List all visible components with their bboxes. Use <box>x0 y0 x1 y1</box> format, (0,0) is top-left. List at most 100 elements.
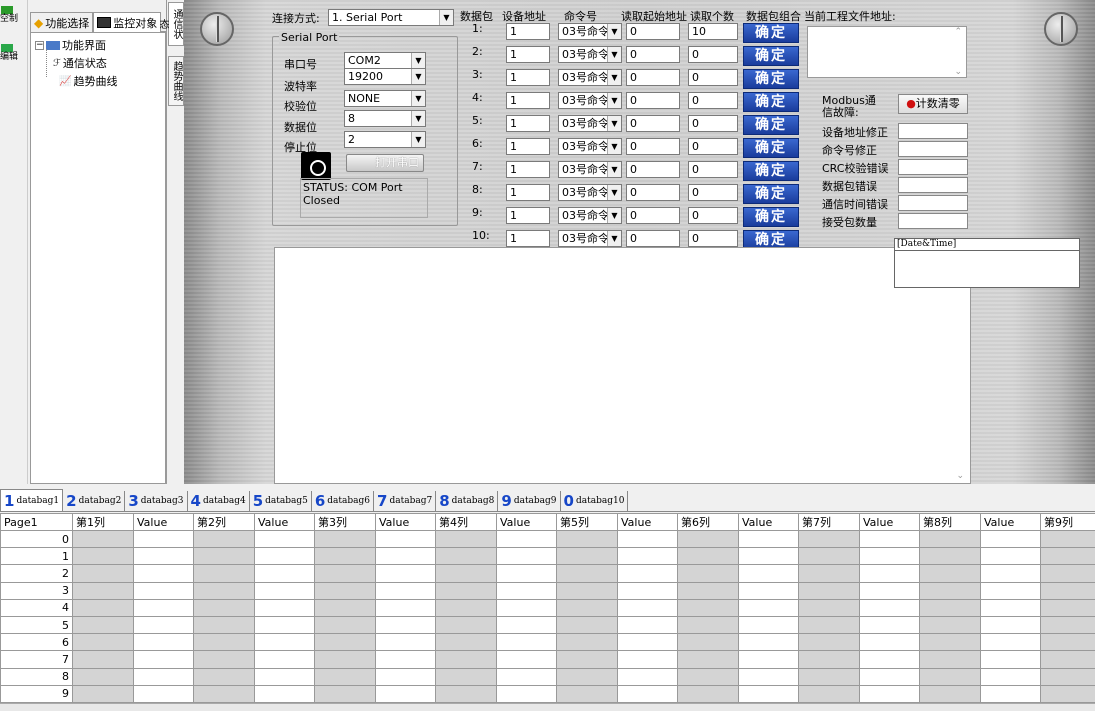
command-select[interactable]: 03号命令 ▼ <box>558 207 622 224</box>
table-cell[interactable] <box>859 581 920 600</box>
table-cell[interactable] <box>556 650 618 669</box>
table-cell[interactable] <box>375 667 436 686</box>
table-cell[interactable] <box>133 684 194 704</box>
table-cell[interactable] <box>1040 650 1095 669</box>
command-select[interactable]: 03号命令 ▼ <box>558 92 622 109</box>
tab-databag[interactable]: 4 databag4 <box>188 491 250 511</box>
table-cell[interactable] <box>556 529 618 549</box>
table-cell[interactable] <box>72 615 134 635</box>
table-cell[interactable] <box>919 581 981 600</box>
table-cell[interactable] <box>193 529 255 549</box>
table-cell[interactable] <box>72 564 134 583</box>
table-cell[interactable] <box>919 529 981 549</box>
table-cell[interactable] <box>798 598 860 617</box>
table-cell[interactable] <box>617 633 678 652</box>
column-header[interactable]: 第3列 <box>314 513 376 531</box>
table-cell[interactable] <box>254 650 315 669</box>
table-cell[interactable] <box>375 650 436 669</box>
read-count-input[interactable]: 10 <box>688 23 738 40</box>
scroll-down-icon[interactable]: ⌄ <box>956 471 964 481</box>
table-cell[interactable] <box>859 615 920 635</box>
table-cell[interactable] <box>980 650 1041 669</box>
column-header[interactable]: 第2列 <box>193 513 255 531</box>
table-cell[interactable] <box>72 684 134 704</box>
read-count-input[interactable]: 0 <box>688 207 738 224</box>
table-cell[interactable] <box>314 529 376 549</box>
command-select[interactable]: 03号命令 ▼ <box>558 161 622 178</box>
column-header[interactable]: 第7列 <box>798 513 860 531</box>
table-cell[interactable] <box>1040 547 1095 566</box>
table-cell[interactable] <box>919 547 981 566</box>
table-cell[interactable] <box>738 564 799 583</box>
table-cell[interactable] <box>193 564 255 583</box>
table-cell[interactable] <box>919 633 981 652</box>
read-count-input[interactable]: 0 <box>688 138 738 155</box>
table-cell[interactable] <box>1040 667 1095 686</box>
column-header[interactable]: 第4列 <box>435 513 497 531</box>
table-cell[interactable] <box>435 529 497 549</box>
table-cell[interactable] <box>496 547 557 566</box>
device-address-input[interactable]: 1 <box>506 230 550 247</box>
device-address-input[interactable]: 1 <box>506 161 550 178</box>
read-count-input[interactable]: 0 <box>688 115 738 132</box>
column-header[interactable]: 第8列 <box>919 513 981 531</box>
read-count-input[interactable]: 0 <box>688 184 738 201</box>
table-cell[interactable] <box>496 650 557 669</box>
table-cell[interactable] <box>859 564 920 583</box>
table-cell[interactable] <box>72 581 134 600</box>
databits-select[interactable]: 8 ▼ <box>344 110 426 127</box>
error-counter-field[interactable] <box>898 195 968 211</box>
table-cell[interactable] <box>1040 581 1095 600</box>
table-cell[interactable] <box>1040 684 1095 704</box>
table-cell[interactable] <box>133 581 194 600</box>
table-cell[interactable] <box>798 650 860 669</box>
table-cell[interactable] <box>133 615 194 635</box>
table-cell[interactable] <box>375 633 436 652</box>
tree-item-comm-status[interactable]: ℱ 通信状态 <box>53 55 107 71</box>
table-cell[interactable] <box>859 547 920 566</box>
table-cell[interactable] <box>919 564 981 583</box>
table-cell[interactable] <box>72 667 134 686</box>
table-cell[interactable] <box>72 598 134 617</box>
table-cell[interactable] <box>314 581 376 600</box>
table-cell[interactable] <box>435 598 497 617</box>
table-cell[interactable] <box>375 598 436 617</box>
table-cell[interactable] <box>617 667 678 686</box>
column-header[interactable]: 第9列 <box>1040 513 1095 531</box>
stopbits-select[interactable]: 2 ▼ <box>344 131 426 148</box>
table-cell[interactable] <box>193 650 255 669</box>
table-cell[interactable] <box>738 650 799 669</box>
confirm-button[interactable]: 确定 <box>743 92 799 112</box>
table-cell[interactable] <box>919 650 981 669</box>
column-header[interactable]: Value <box>133 513 194 531</box>
table-cell[interactable] <box>980 684 1041 704</box>
table-cell[interactable] <box>1040 598 1095 617</box>
table-cell[interactable] <box>193 598 255 617</box>
device-address-input[interactable]: 1 <box>506 207 550 224</box>
table-cell[interactable] <box>435 581 497 600</box>
table-cell[interactable] <box>254 667 315 686</box>
table-cell[interactable] <box>1040 564 1095 583</box>
table-cell[interactable] <box>798 529 860 549</box>
table-cell[interactable] <box>496 581 557 600</box>
table-cell[interactable] <box>133 633 194 652</box>
parity-select[interactable]: NONE ▼ <box>344 90 426 107</box>
start-address-input[interactable]: 0 <box>626 184 680 201</box>
start-address-input[interactable]: 0 <box>626 138 680 155</box>
table-cell[interactable] <box>254 529 315 549</box>
table-cell[interactable] <box>556 564 618 583</box>
column-header[interactable]: Value <box>254 513 315 531</box>
table-cell[interactable] <box>556 615 618 635</box>
table-cell[interactable] <box>859 633 920 652</box>
table-cell[interactable] <box>314 564 376 583</box>
table-cell[interactable] <box>617 547 678 566</box>
table-cell[interactable] <box>859 667 920 686</box>
start-address-input[interactable]: 0 <box>626 115 680 132</box>
table-cell[interactable] <box>738 529 799 549</box>
tab-databag[interactable]: 0 databag10 <box>561 491 629 511</box>
table-cell[interactable] <box>677 667 739 686</box>
table-cell[interactable] <box>133 547 194 566</box>
table-cell[interactable] <box>859 529 920 549</box>
column-header[interactable]: 第6列 <box>677 513 739 531</box>
tab-databag[interactable]: 3 databag3 <box>125 491 188 511</box>
